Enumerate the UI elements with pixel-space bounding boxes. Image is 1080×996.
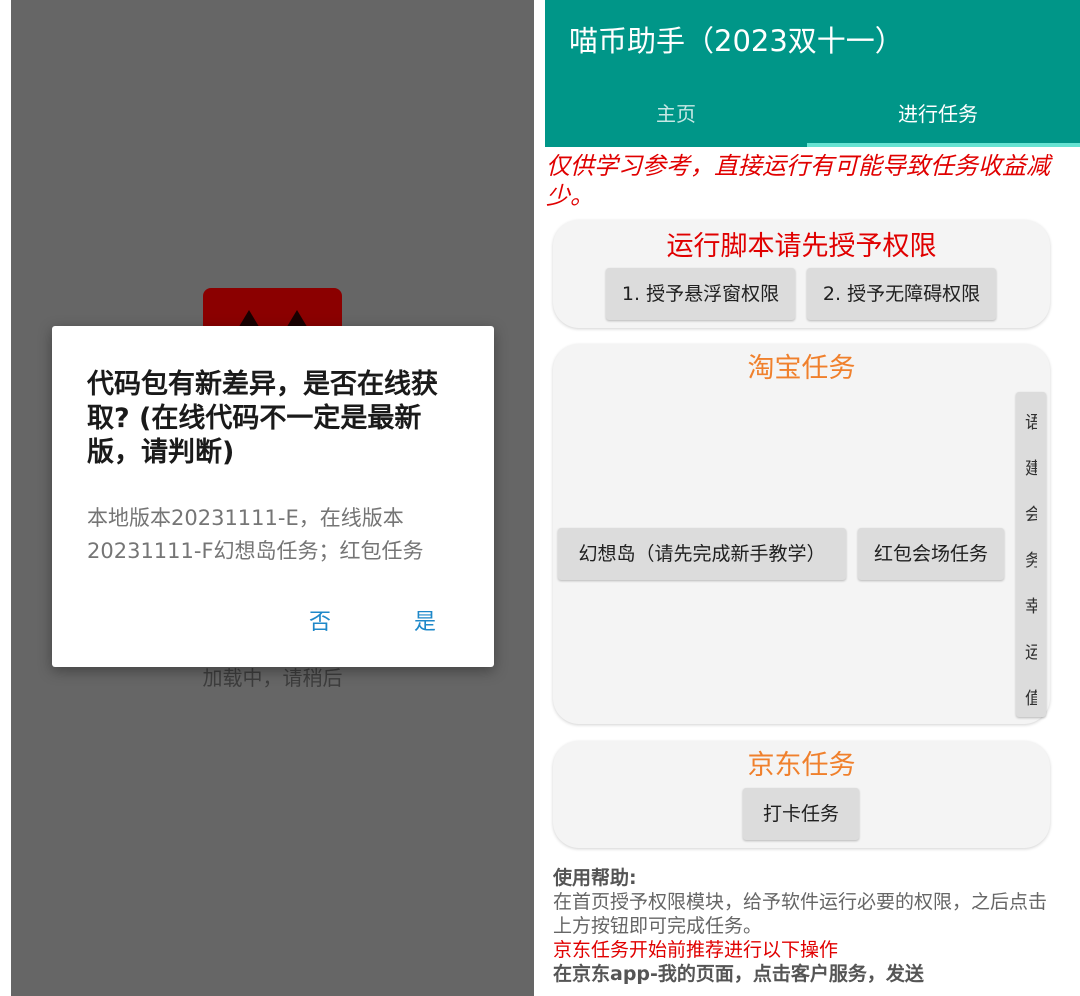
- tab-tasks[interactable]: 进行任务: [807, 98, 1069, 127]
- help-line-2: 京东任务开始前推荐进行以下操作: [553, 939, 839, 961]
- check-in-task-button[interactable]: 打卡任务: [743, 788, 859, 840]
- side-button-label: 语 建 会 务 幸 运 值: [1025, 400, 1037, 717]
- app-bar: 喵币助手（2023双十一） 主页 进行任务: [545, 0, 1080, 147]
- permissions-card-title: 运行脚本请先授予权限: [666, 231, 937, 262]
- grant-overlay-permission-button[interactable]: 1. 授予悬浮窗权限: [606, 268, 795, 320]
- help-line-3: 在京东app-我的页面，点击客户服务，发送: [553, 963, 924, 985]
- side-char: 幸: [1025, 597, 1037, 617]
- app-title: 喵币助手（2023双十一）: [569, 24, 904, 58]
- red-packet-venue-button[interactable]: 红包会场任务: [858, 528, 1004, 580]
- side-char: 语: [1025, 413, 1037, 433]
- dialog-title: 代码包有新差异，是否在线获取? (在线代码不一定是最新版，请判断): [87, 369, 438, 468]
- side-char: 建: [1025, 459, 1037, 479]
- taobao-card-title: 淘宝任务: [747, 353, 856, 384]
- side-lucky-value-button[interactable]: 语 建 会 务 幸 运 值: [1016, 392, 1046, 717]
- side-char: 运: [1025, 643, 1037, 663]
- help-line-1: 在首页授予权限模块，给予软件运行必要的权限，之后点击上方按钮即可完成任务。: [553, 891, 1048, 937]
- dialog-yes-button[interactable]: 是: [414, 604, 436, 636]
- dialog-no-button[interactable]: 否: [309, 604, 331, 636]
- dialog-message: 本地版本20231111-E，在线版本20231111-F幻想岛任务；红包任务: [87, 506, 424, 563]
- fantasy-island-button[interactable]: 幻想岛（请先完成新手教学）: [558, 528, 846, 580]
- tab-indicator: [807, 143, 1080, 147]
- side-char: 值: [1025, 689, 1037, 709]
- help-section: 使用帮助: 在首页授予权限模块，给予软件运行必要的权限，之后点击上方按钮即可完成…: [553, 866, 1065, 986]
- side-char: 会: [1025, 505, 1037, 525]
- grant-accessibility-permission-button[interactable]: 2. 授予无障碍权限: [807, 268, 996, 320]
- taobao-task-card: 淘宝任务 幻想岛（请先完成新手教学） 红包会场任务 语 建 会 务 幸 运 值: [553, 344, 1050, 724]
- permissions-card: 运行脚本请先授予权限 1. 授予悬浮窗权限 2. 授予无障碍权限: [553, 220, 1050, 328]
- jd-card-title: 京东任务: [747, 750, 856, 781]
- side-char: 务: [1025, 551, 1037, 571]
- tab-home[interactable]: 主页: [545, 98, 807, 127]
- jd-task-card: 京东任务 打卡任务: [553, 741, 1050, 848]
- warning-text: 仅供学习参考，直接运行有可能导致任务收益减少。: [546, 152, 1050, 210]
- help-heading: 使用帮助:: [553, 867, 637, 889]
